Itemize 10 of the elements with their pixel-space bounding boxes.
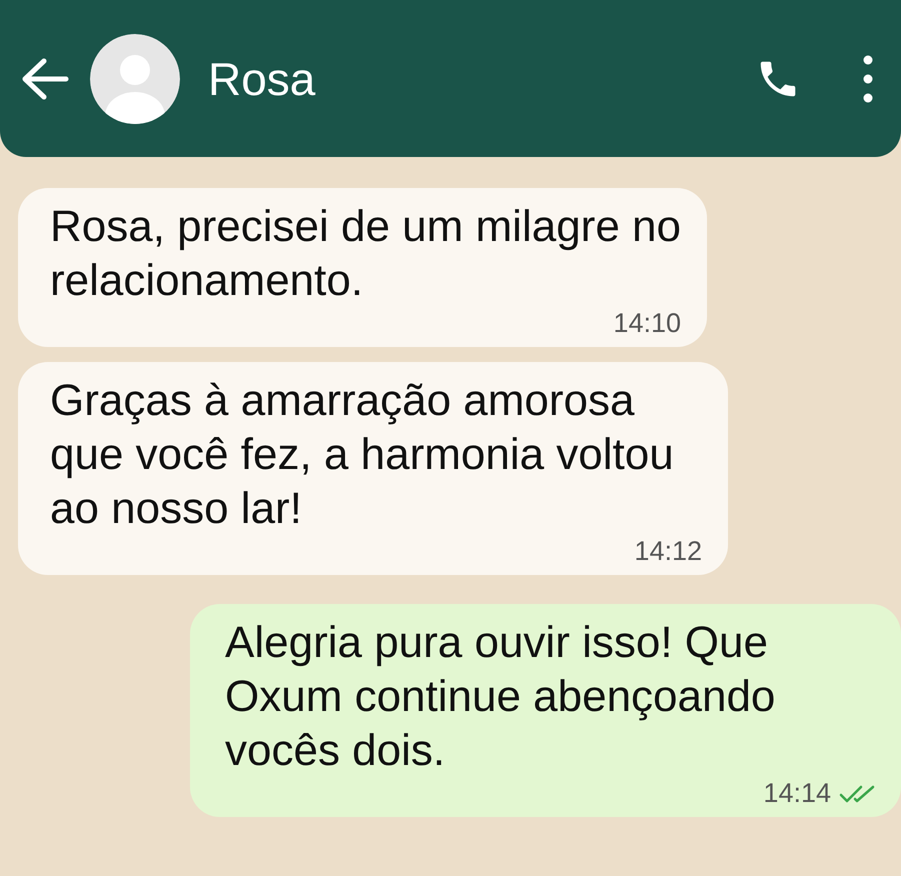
- back-arrow-icon[interactable]: [20, 56, 70, 100]
- message-text: Graças à amarração amorosa que você fez, a harmonia voltou ao nosso lar!: [50, 375, 675, 535]
- message-time: 14:14: [763, 778, 831, 809]
- more-options-icon[interactable]: [863, 54, 873, 102]
- avatar-icon[interactable]: [90, 34, 180, 124]
- contact-name[interactable]: Rosa: [208, 52, 755, 106]
- message-time: 14:12: [634, 536, 702, 567]
- message-time: 14:10: [613, 308, 681, 339]
- message-text: Alegria pura ouvir isso! Que Oxum continue abençoando vocês dois.: [225, 617, 776, 777]
- message-text: Rosa, precisei de um milagre no relacionamento.: [50, 201, 682, 307]
